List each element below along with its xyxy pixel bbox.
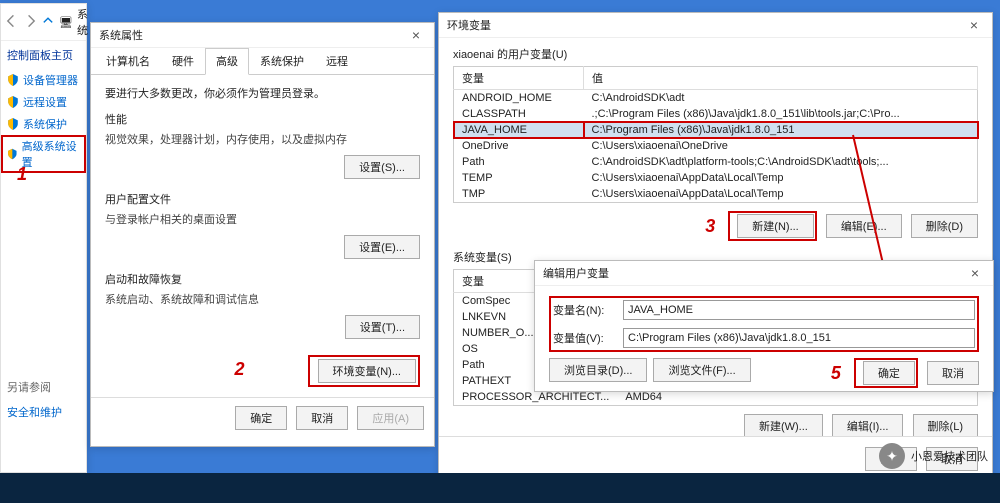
close-icon[interactable]: × [406,27,426,43]
profile-settings-button[interactable]: 设置(E)... [344,235,420,259]
tab[interactable]: 计算机名 [95,48,161,74]
apply-button[interactable]: 应用(A) [357,406,424,430]
browse-dir-button[interactable]: 浏览目录(D)... [549,358,647,382]
new-user-var-button[interactable]: 新建(N)... [737,214,813,238]
col-value[interactable]: 值 [584,67,978,90]
var-name-input[interactable] [623,300,975,320]
ok-button[interactable]: 确定 [863,361,915,385]
delete-user-var-button[interactable]: 删除(D) [911,214,978,238]
cancel-button[interactable]: 取消 [927,361,979,385]
computer-icon: 🖥 [59,16,73,29]
shield-icon [7,118,19,130]
env-var-button[interactable]: 环境变量(N)... [318,359,416,383]
close-icon[interactable]: × [965,265,985,281]
annotation-5: 5 [831,363,841,383]
annotation-1: 1 [17,164,27,185]
var-name-label: 变量名(N): [553,302,623,318]
profile-desc: 与登录帐户相关的桌面设置 [105,211,420,227]
table-row[interactable]: CLASSPATH.;C:\Program Files (x86)\Java\j… [454,106,978,122]
back-icon[interactable] [5,14,19,31]
var-value-label: 变量值(V): [553,330,623,346]
perf-settings-button[interactable]: 设置(S)... [344,155,420,179]
tabs: 计算机名硬件高级系统保护远程 [91,48,434,75]
close-icon[interactable]: × [964,17,984,33]
table-row[interactable]: OneDriveC:\Users\xiaoenai\OneDrive [454,138,978,154]
table-row[interactable]: JAVA_HOMEC:\Program Files (x86)\Java\jdk… [454,122,978,138]
table-row[interactable]: ANDROID_HOMEC:\AndroidSDK\adt [454,90,978,107]
recovery-desc: 系统启动、系统故障和调试信息 [105,291,420,307]
annotation-2: 2 [234,359,244,379]
fwd-icon[interactable] [23,14,37,31]
breadcrumb[interactable]: 系统 [77,6,88,38]
system-properties-dialog: 系统属性 × 计算机名硬件高级系统保护远程 要进行大多数更改，你必须作为管理员登… [90,22,435,447]
wechat-icon: ✦ [879,443,905,469]
taskbar[interactable] [0,473,1000,503]
sidebar-item[interactable]: 设备管理器 [1,69,86,91]
cancel-button[interactable]: 取消 [296,406,348,430]
user-vars-label: xiaoenai 的用户变量(U) [453,46,978,62]
edit-variable-dialog: 编辑用户变量 × 变量名(N): 4 变量值(V): 浏览目录(D)... 浏览… [534,260,994,392]
user-vars-table[interactable]: 变量值 ANDROID_HOMEC:\AndroidSDK\adtCLASSPA… [453,66,978,203]
col-name[interactable]: 变量 [454,67,584,90]
profile-title: 用户配置文件 [105,191,420,207]
browse-file-button[interactable]: 浏览文件(F)... [653,358,750,382]
also-see-label: 另请参阅 [1,373,86,401]
shield-icon [7,148,18,160]
tab[interactable]: 硬件 [161,48,205,74]
cp-home[interactable]: 控制面板主页 [1,41,86,69]
perf-title: 性能 [105,111,420,127]
control-panel-sidebar: 🖥 系统 控制面板主页 设备管理器远程设置系统保护高级系统设置 1 另请参阅 安… [0,3,87,473]
recovery-title: 启动和故障恢复 [105,271,420,287]
edit-user-var-button[interactable]: 编辑(E)... [826,214,902,238]
env-variables-dialog: 环境变量 × xiaoenai 的用户变量(U) 变量值 ANDROID_HOM… [438,12,993,482]
shield-icon [7,96,19,108]
sidebar-item[interactable]: 系统保护 [1,113,86,135]
watermark: ✦ 小恩爱技术团队 [879,443,988,469]
table-row[interactable]: PathC:\AndroidSDK\adt\platform-tools;C:\… [454,154,978,170]
tab[interactable]: 高级 [205,48,249,75]
annotation-3: 3 [705,216,715,236]
security-maintenance-link[interactable]: 安全和维护 [1,401,86,423]
up-icon[interactable] [41,14,55,31]
ok-button[interactable]: 确定 [235,406,287,430]
table-row[interactable]: TMPC:\Users\xiaoenai\AppData\Local\Temp [454,186,978,203]
recovery-settings-button[interactable]: 设置(T)... [345,315,420,339]
var-value-input[interactable] [623,328,975,348]
tab[interactable]: 远程 [315,48,359,74]
table-row[interactable]: TEMPC:\Users\xiaoenai\AppData\Local\Temp [454,170,978,186]
sidebar-item[interactable]: 远程设置 [1,91,86,113]
edit-sys-var-button[interactable]: 编辑(I)... [832,414,904,438]
admin-note: 要进行大多数更改，你必须作为管理员登录。 [105,85,420,101]
delete-sys-var-button[interactable]: 删除(L) [913,414,978,438]
shield-icon [7,74,19,86]
sidebar-item[interactable]: 高级系统设置 [1,135,86,173]
tab[interactable]: 系统保护 [249,48,315,74]
dialog-title: 编辑用户变量 [543,265,609,281]
nav-bar: 🖥 系统 [1,4,86,41]
new-sys-var-button[interactable]: 新建(W)... [744,414,823,438]
dialog-title: 系统属性 [99,27,143,43]
perf-desc: 视觉效果，处理器计划，内存使用，以及虚拟内存 [105,131,420,147]
dialog-title: 环境变量 [447,17,491,33]
